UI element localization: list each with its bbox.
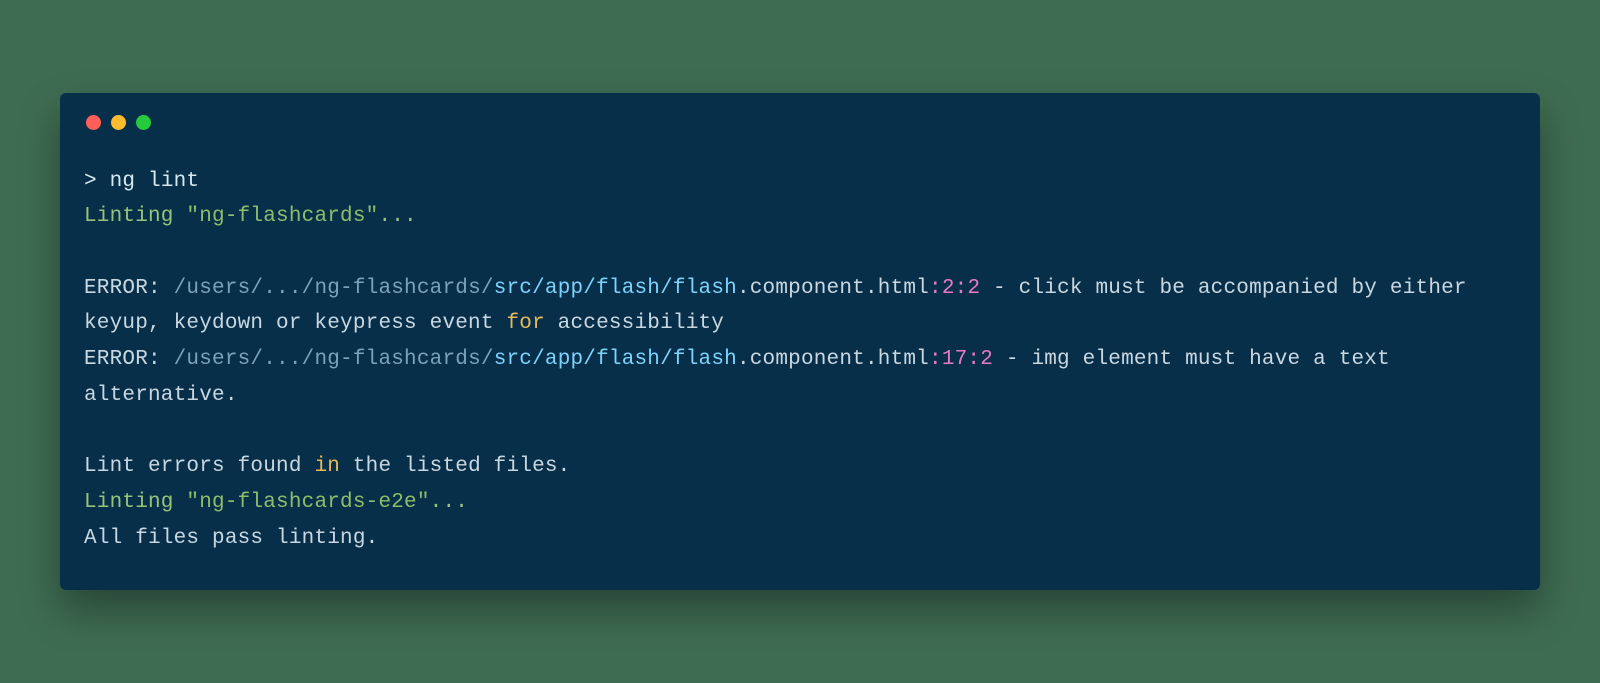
- minimize-icon[interactable]: [111, 115, 126, 130]
- error-label: ERROR:: [84, 277, 174, 300]
- error-col: 2: [967, 277, 980, 300]
- error-label: ERROR:: [84, 348, 174, 371]
- window-controls: [84, 111, 1518, 164]
- colon: :: [929, 348, 942, 371]
- linting-label: Linting: [84, 491, 186, 514]
- stage: > ng lint Linting "ng-flashcards"... ERR…: [0, 0, 1600, 683]
- error-path-dim: /users/.../ng-flashcards/: [174, 277, 494, 300]
- dot: .: [737, 348, 750, 371]
- dot: .: [865, 277, 878, 300]
- error-col: 2: [980, 348, 993, 371]
- summary-text: the listed files.: [340, 455, 570, 478]
- linting-suffix: ...: [430, 491, 468, 514]
- dot: .: [865, 348, 878, 371]
- zoom-icon[interactable]: [136, 115, 151, 130]
- component-word: component: [750, 348, 865, 371]
- dash: -: [980, 277, 1018, 300]
- error-line: 17: [942, 348, 968, 371]
- colon: :: [929, 277, 942, 300]
- summary-text: Lint errors found: [84, 455, 314, 478]
- terminal-output: > ng lint Linting "ng-flashcards"... ERR…: [84, 164, 1518, 557]
- keyword-in: in: [314, 455, 340, 478]
- project-name: "ng-flashcards-e2e": [186, 491, 429, 514]
- keyword-for: for: [506, 312, 544, 335]
- blank-line: [84, 414, 1518, 450]
- component-word: component: [750, 277, 865, 300]
- error-path: src/app/flash/flash: [494, 348, 737, 371]
- prompt: >: [84, 170, 110, 193]
- error-message: accessibility: [545, 312, 724, 335]
- blank-line: [84, 235, 1518, 271]
- terminal-window: > ng lint Linting "ng-flashcards"... ERR…: [60, 93, 1540, 591]
- error-line: 2: [942, 277, 955, 300]
- close-icon[interactable]: [86, 115, 101, 130]
- error-path-dim: /users/.../ng-flashcards/: [174, 348, 494, 371]
- linting-label: Linting: [84, 205, 186, 228]
- pass-message: All files pass linting.: [84, 527, 378, 550]
- dot: .: [737, 277, 750, 300]
- error-path: src/app/flash/flash: [494, 277, 737, 300]
- dash: -: [993, 348, 1031, 371]
- ext: html: [878, 277, 929, 300]
- project-name: "ng-flashcards": [186, 205, 378, 228]
- ext: html: [878, 348, 929, 371]
- colon: :: [955, 277, 968, 300]
- command-text: ng lint: [110, 170, 200, 193]
- colon: :: [967, 348, 980, 371]
- linting-suffix: ...: [378, 205, 416, 228]
